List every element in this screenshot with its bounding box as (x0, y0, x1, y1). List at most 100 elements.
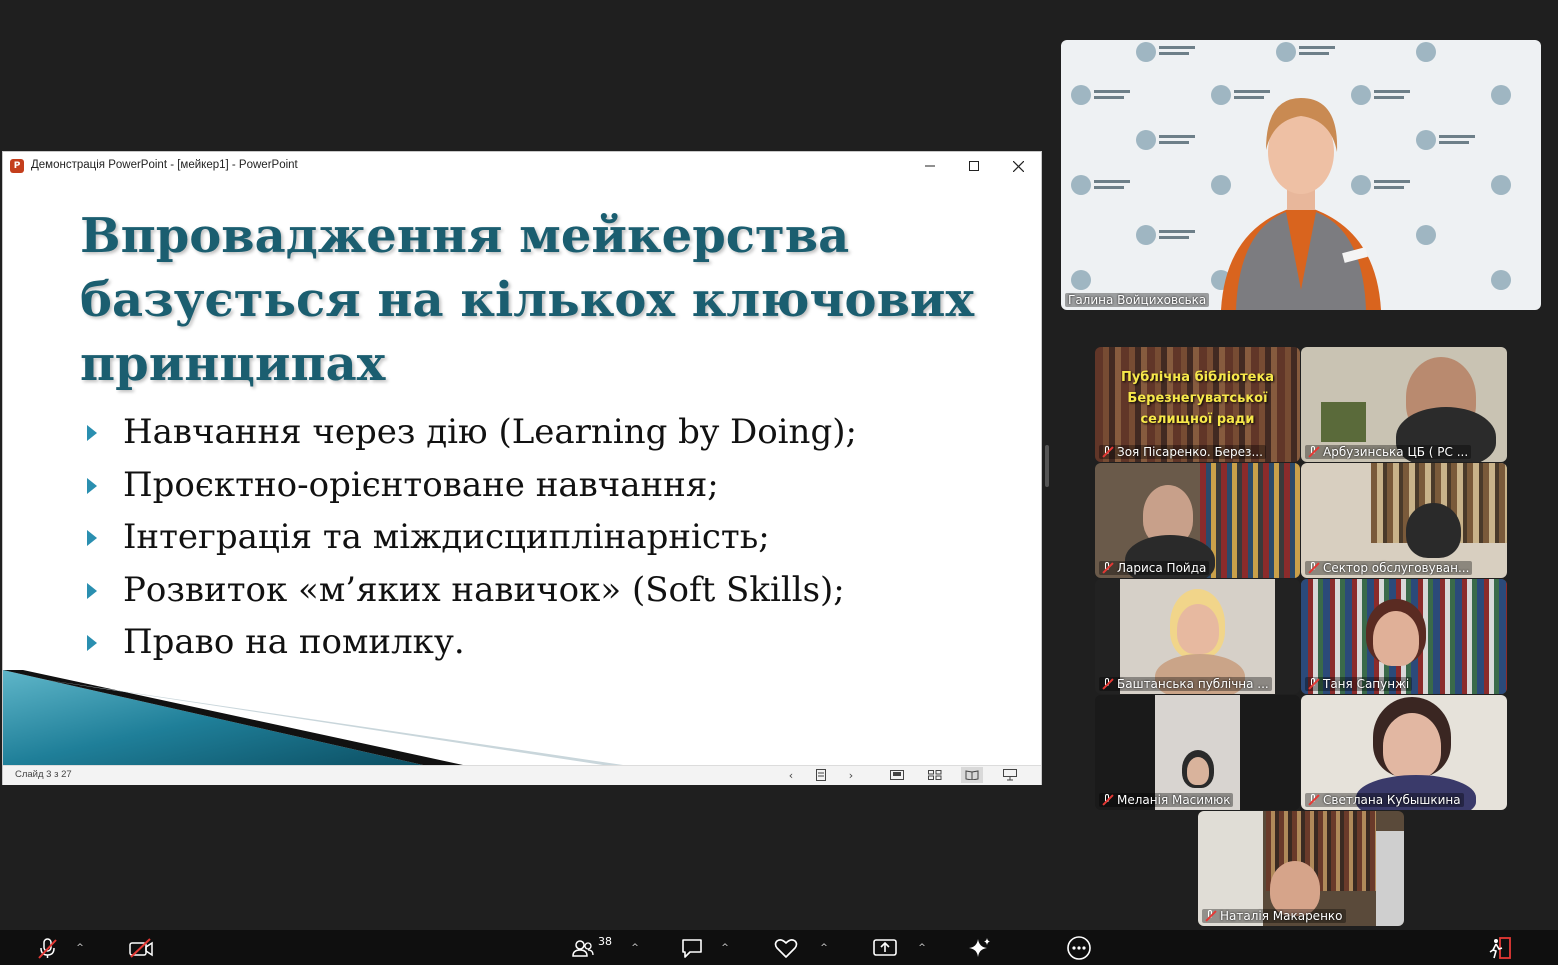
bullet-item: Розвиток «м’яких навичок» (Soft Skills); (83, 564, 857, 617)
window-title: Демонстрація PowerPoint - [мейкер1] - Po… (31, 159, 298, 171)
participant-face (1373, 611, 1419, 666)
panel-splitter-handle[interactable] (1045, 445, 1049, 487)
more-icon (1067, 935, 1091, 960)
next-slide-button[interactable]: › (840, 767, 862, 783)
participant-tile[interactable]: Светлана Кубышкина (1301, 695, 1507, 810)
participant-head (1406, 503, 1461, 558)
chevron-up-icon: ^ (721, 942, 729, 953)
participant-tile[interactable]: Меланія Масимюк (1095, 695, 1300, 810)
participant-tile[interactable]: Публічна бібліотека Березнегуватської се… (1095, 347, 1300, 462)
participant-tile[interactable]: Наталія Макаренко (1198, 811, 1404, 926)
slideshow-button[interactable] (999, 767, 1021, 783)
meeting-toolbar: ^ 38 ^ ^ ^ ^ (0, 930, 1558, 965)
reactions-button[interactable] (770, 930, 802, 965)
mic-muted-icon (1308, 794, 1319, 805)
window-background (1321, 402, 1366, 442)
mic-toggle-button[interactable] (30, 930, 64, 965)
leave-meeting-button[interactable] (1484, 930, 1516, 965)
mic-muted-icon (1102, 446, 1113, 457)
leave-icon (1489, 936, 1511, 959)
minimize-button[interactable] (908, 152, 952, 180)
share-options-caret[interactable]: ^ (914, 930, 930, 965)
banner-line: селищної ради (1140, 412, 1255, 427)
normal-view-button[interactable] (886, 767, 908, 783)
library-banner: Публічна бібліотека Березнегуватської се… (1095, 367, 1300, 430)
chevron-up-icon: ^ (76, 942, 84, 953)
banner-line: Березнегуватської (1127, 391, 1268, 406)
slide-title: Впровадження мейкерства базується на кіл… (80, 208, 975, 392)
participant-name-label: Баштанська публічна ... (1099, 677, 1272, 691)
prev-slide-button[interactable]: ‹ (780, 767, 802, 783)
minimize-icon (925, 165, 935, 167)
slide-decoration (3, 670, 623, 765)
participant-tile[interactable]: Лариса Пойда (1095, 463, 1300, 578)
reactions-options-caret[interactable]: ^ (816, 930, 832, 965)
ai-assistant-button[interactable] (964, 930, 996, 965)
mic-muted-icon (1308, 678, 1319, 689)
chat-button[interactable] (676, 930, 708, 965)
participants-options-caret[interactable]: ^ (627, 930, 643, 965)
mic-muted-icon (1102, 678, 1113, 689)
bullet-item: Право на помилку. (83, 616, 857, 669)
mic-muted-icon (1205, 910, 1216, 921)
window-titlebar[interactable]: P Демонстрація PowerPoint - [мейкер1] - … (3, 152, 1041, 180)
mic-muted-icon (38, 937, 57, 959)
reactions-icon (774, 938, 798, 958)
chevron-left-icon: ‹ (788, 768, 794, 782)
slide-sorter-button[interactable] (810, 767, 832, 783)
close-icon (1012, 160, 1024, 172)
bullet-text: Проєктно-орієнтоване навчання; (123, 464, 719, 505)
share-screen-button[interactable] (868, 930, 902, 965)
bullet-arrow-icon (87, 582, 97, 599)
speaker-video-tile[interactable]: Галина Войциховська (1061, 40, 1541, 310)
participants-count: 38 (598, 935, 612, 948)
press-wall-backdrop (1071, 42, 1511, 310)
bullet-arrow-icon (87, 477, 97, 494)
powerpoint-window: P Демонстрація PowerPoint - [мейкер1] - … (2, 151, 1042, 785)
participant-tile[interactable]: Таня Сапунжі (1301, 579, 1507, 694)
bullet-text: Право на помилку. (123, 622, 465, 662)
participant-tile[interactable]: Сектор обслуговуван... (1301, 463, 1507, 578)
participant-face (1187, 757, 1209, 785)
participant-face (1177, 604, 1219, 654)
slide-canvas[interactable]: Впровадження мейкерства базується на кіл… (3, 180, 1041, 765)
bullet-item: Проєктно-орієнтоване навчання; (83, 459, 857, 512)
bullet-text: Інтеграція та міждисциплінарність; (123, 517, 770, 557)
mic-muted-icon (1102, 794, 1113, 805)
grid-view-icon (928, 770, 942, 780)
camera-off-icon (129, 937, 153, 958)
participant-face (1270, 861, 1320, 916)
share-screen-icon (873, 938, 897, 956)
chevron-up-icon: ^ (918, 942, 926, 953)
participant-name-label: Зоя Пісаренко. Берез... (1099, 445, 1266, 459)
chat-icon (682, 938, 702, 958)
participant-face (1383, 713, 1441, 779)
bullet-text: Навчання через дію (Learning by Doing); (123, 412, 857, 452)
chevron-up-icon: ^ (820, 942, 828, 953)
participants-icon (572, 939, 594, 957)
close-button[interactable] (996, 152, 1040, 180)
bullet-item: Навчання через дію (Learning by Doing); (83, 406, 857, 459)
mic-options-caret[interactable]: ^ (72, 930, 88, 965)
powerpoint-logo-icon: P (10, 159, 24, 173)
chat-options-caret[interactable]: ^ (717, 930, 733, 965)
participant-name-label: Меланія Масимюк (1099, 793, 1234, 807)
maximize-button[interactable] (952, 152, 996, 180)
participant-name-label: Сектор обслуговуван... (1305, 561, 1473, 575)
chevron-up-icon: ^ (631, 942, 639, 953)
maximize-icon (969, 161, 979, 171)
participant-name-label: Наталія Макаренко (1202, 909, 1346, 923)
participants-button[interactable] (568, 930, 598, 965)
reading-view-button[interactable] (961, 767, 983, 783)
participant-tile[interactable]: Баштанська публічна ... (1095, 579, 1300, 694)
bullet-item: Інтеграція та міждисциплінарність; (83, 511, 857, 564)
mic-muted-icon (1102, 562, 1113, 573)
participant-name-label: Таня Сапунжі (1305, 677, 1413, 691)
more-options-button[interactable] (1062, 930, 1096, 965)
grid-view-button[interactable] (924, 767, 946, 783)
participant-tile[interactable]: Арбузинська ЦБ ( РС ... (1301, 347, 1507, 462)
chevron-right-icon: › (848, 768, 854, 782)
normal-view-icon (890, 770, 904, 780)
slide-counter: Слайд 3 з 27 (15, 769, 72, 780)
camera-toggle-button[interactable] (124, 930, 158, 965)
